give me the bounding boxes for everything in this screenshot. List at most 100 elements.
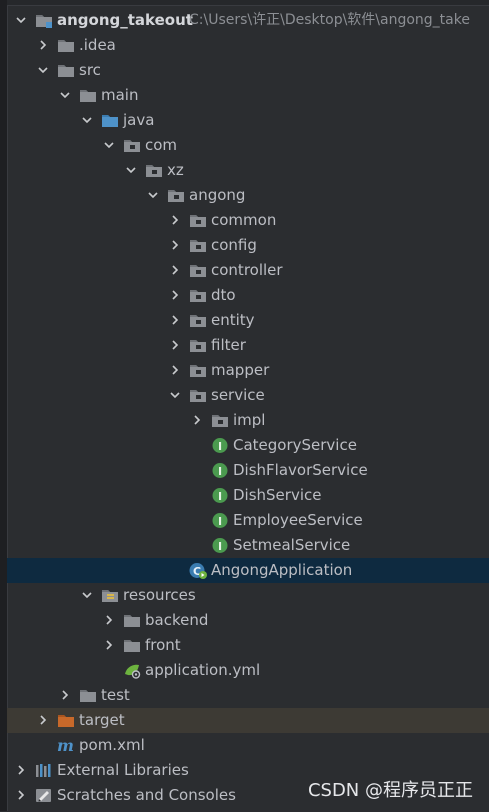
tree-node-java[interactable]: java xyxy=(7,108,489,133)
chevron-right-icon[interactable] xyxy=(167,333,183,358)
chevron-right-icon[interactable] xyxy=(101,633,117,658)
yaml-config-icon xyxy=(123,662,141,679)
chevron-right-icon[interactable] xyxy=(189,408,205,433)
tree-node-label: target xyxy=(79,711,125,729)
chevron-down-icon[interactable] xyxy=(35,58,51,83)
chevron-down-icon[interactable] xyxy=(145,183,161,208)
package-icon xyxy=(189,362,207,379)
chevron-down-icon[interactable] xyxy=(79,583,95,608)
folder-icon xyxy=(123,612,141,629)
tree-node-resources[interactable]: resources xyxy=(7,583,489,608)
package-icon xyxy=(123,137,141,154)
tree-node-mapper[interactable]: mapper xyxy=(7,358,489,383)
tree-node-front[interactable]: front xyxy=(7,633,489,658)
tree-node-dishservice[interactable]: I DishService xyxy=(7,483,489,508)
chevron-down-icon[interactable] xyxy=(123,158,139,183)
chevron-right-icon[interactable] xyxy=(167,208,183,233)
chevron-down-icon[interactable] xyxy=(101,133,117,158)
tree-node-dto[interactable]: dto xyxy=(7,283,489,308)
spring-boot-app-icon: C xyxy=(189,562,207,579)
chevron-down-icon[interactable] xyxy=(13,8,29,33)
tree-node-service[interactable]: service xyxy=(7,383,489,408)
tree-node-target[interactable]: target xyxy=(7,708,489,733)
tree-node-label: .idea xyxy=(79,36,116,54)
tree-node-label: common xyxy=(211,211,277,229)
maven-icon: m xyxy=(57,736,75,755)
tree-node-entity[interactable]: entity xyxy=(7,308,489,333)
excluded-folder-icon xyxy=(57,712,75,729)
interface-icon: I xyxy=(211,537,229,554)
tree-node-label: resources xyxy=(123,586,196,604)
tree-node-label: DishFlavorService xyxy=(233,461,368,479)
tree-node-employeeservice[interactable]: I EmployeeService xyxy=(7,508,489,533)
svg-text:I: I xyxy=(218,490,222,503)
chevron-right-icon[interactable] xyxy=(167,308,183,333)
tree-node-idea[interactable]: .idea xyxy=(7,33,489,58)
package-icon xyxy=(145,162,163,179)
tree-node-config[interactable]: config xyxy=(7,233,489,258)
resources-folder-icon xyxy=(101,587,119,604)
chevron-right-icon[interactable] xyxy=(13,783,29,808)
chevron-down-icon[interactable] xyxy=(167,383,183,408)
folder-icon xyxy=(57,62,75,79)
top-toolbar-edge xyxy=(7,0,489,6)
tree-node-controller[interactable]: controller xyxy=(7,258,489,283)
tree-node-angongapplication[interactable]: C AngongApplication xyxy=(7,558,489,583)
tree-node-pom-xml[interactable]: m pom.xml xyxy=(7,733,489,758)
chevron-right-icon[interactable] xyxy=(167,258,183,283)
libraries-icon xyxy=(35,762,53,779)
folder-icon xyxy=(79,87,97,104)
tree-node-setmealservice[interactable]: I SetmealService xyxy=(7,533,489,558)
chevron-down-icon[interactable] xyxy=(57,83,73,108)
tree-node-impl[interactable]: impl xyxy=(7,408,489,433)
package-icon xyxy=(189,387,207,404)
tree-node-label: java xyxy=(123,111,155,129)
tree-node-label: front xyxy=(145,636,181,654)
package-icon xyxy=(189,287,207,304)
watermark-text: CSDN @程序员正正 xyxy=(307,780,473,801)
tree-node-label: entity xyxy=(211,311,255,329)
chevron-right-icon[interactable] xyxy=(167,283,183,308)
tree-node-label: src xyxy=(79,61,101,79)
tree-node-label: backend xyxy=(145,611,209,629)
package-icon xyxy=(189,262,207,279)
tree-node-xz[interactable]: xz xyxy=(7,158,489,183)
tree-node-label: EmployeeService xyxy=(233,511,363,529)
tree-node-label: Scratches and Consoles xyxy=(57,786,236,804)
chevron-right-icon[interactable] xyxy=(57,683,73,708)
tree-node-test[interactable]: test xyxy=(7,683,489,708)
package-icon xyxy=(167,187,185,204)
chevron-right-icon[interactable] xyxy=(101,608,117,633)
tree-node-label: DishService xyxy=(233,486,322,504)
tree-node-backend[interactable]: backend xyxy=(7,608,489,633)
folder-icon xyxy=(79,687,97,704)
tree-node-com[interactable]: com xyxy=(7,133,489,158)
tree-node-categoryservice[interactable]: I CategoryService xyxy=(7,433,489,458)
chevron-right-icon[interactable] xyxy=(167,358,183,383)
tree-node-src[interactable]: src xyxy=(7,58,489,83)
chevron-right-icon[interactable] xyxy=(35,33,51,58)
tree-node-label: pom.xml xyxy=(79,736,145,754)
tree-node-label: service xyxy=(211,386,265,404)
tree-node-label: application.yml xyxy=(145,661,261,679)
chevron-right-icon[interactable] xyxy=(167,233,183,258)
tree-node-label: test xyxy=(101,686,130,704)
package-icon xyxy=(189,312,207,329)
package-icon xyxy=(189,337,207,354)
svg-text:I: I xyxy=(218,440,222,453)
tree-node-angong[interactable]: angong xyxy=(7,183,489,208)
tree-node-main[interactable]: main xyxy=(7,83,489,108)
tree-node-common[interactable]: common xyxy=(7,208,489,233)
chevron-right-icon[interactable] xyxy=(35,708,51,733)
svg-text:I: I xyxy=(218,540,222,553)
tree-node-label: controller xyxy=(211,261,283,279)
tree-node-label: config xyxy=(211,236,257,254)
tree-node-label: SetmealService xyxy=(233,536,351,554)
tree-node-label: xz xyxy=(167,161,184,179)
chevron-right-icon[interactable] xyxy=(13,758,29,783)
tree-node-dishflavorservice[interactable]: I DishFlavorService xyxy=(7,458,489,483)
tree-node-angong-takeout[interactable]: angong_takeout C:\Users\许正\Desktop\软件\ang… xyxy=(7,8,489,33)
chevron-down-icon[interactable] xyxy=(79,108,95,133)
tree-node-filter[interactable]: filter xyxy=(7,333,489,358)
tree-node-application-yml[interactable]: application.yml xyxy=(7,658,489,683)
